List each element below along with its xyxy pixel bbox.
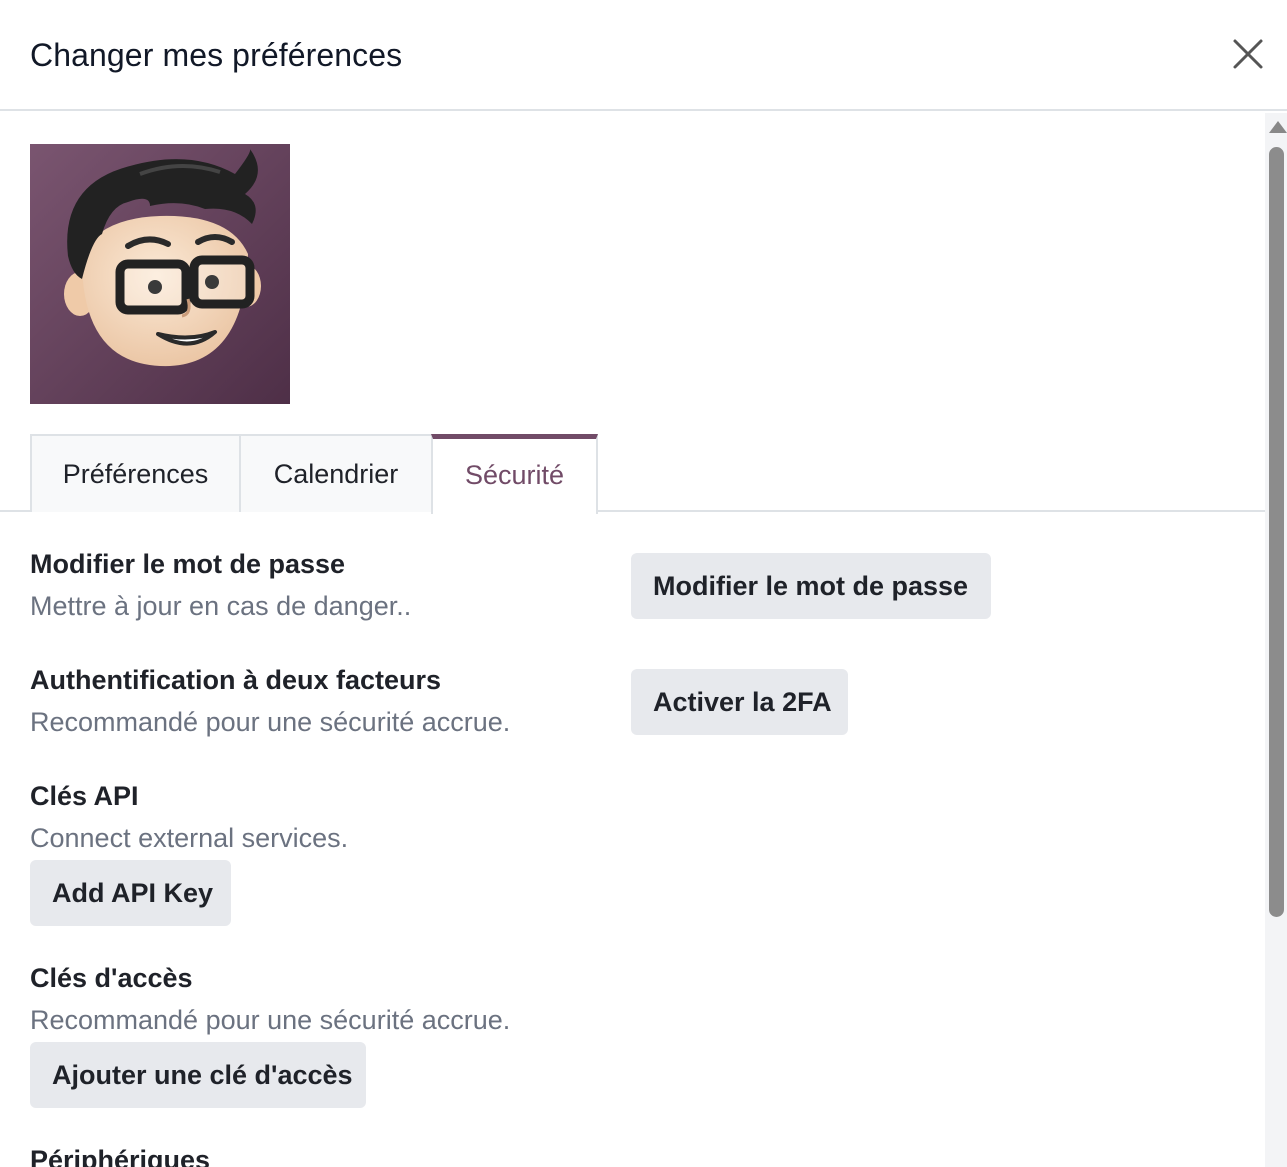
tab-bar: Préférences Calendrier Sécurité — [0, 434, 1265, 514]
close-button[interactable] — [1226, 32, 1270, 76]
scrollbar[interactable] — [1265, 113, 1287, 1167]
password-title: Modifier le mot de passe — [30, 549, 346, 579]
api-keys-title: Clés API — [30, 781, 139, 811]
tab-security[interactable]: Sécurité — [431, 434, 598, 514]
dialog-header: Changer mes préférences — [0, 0, 1287, 111]
tab-calendar[interactable]: Calendrier — [239, 434, 433, 512]
avatar[interactable] — [30, 144, 290, 404]
preferences-dialog: Changer mes préférences Préférences Cale… — [0, 0, 1287, 1167]
devices-setting: Périphériques — [30, 1143, 210, 1167]
dialog-body: Préférences Calendrier Sécurité Modifier… — [0, 113, 1265, 1167]
passkeys-subtitle: Recommandé pour une sécurité accrue. — [30, 1005, 511, 1035]
change-password-button[interactable]: Modifier le mot de passe — [631, 553, 991, 619]
twofa-subtitle: Recommandé pour une sécurité accrue. — [30, 707, 511, 737]
passkeys-title: Clés d'accès — [30, 963, 193, 993]
password-subtitle: Mettre à jour en cas de danger.. — [30, 591, 412, 621]
api-keys-setting: Clés API Connect external services. — [30, 779, 348, 855]
scroll-up-arrow-icon[interactable] — [1269, 121, 1287, 133]
passkeys-setting: Clés d'accès Recommandé pour une sécurit… — [30, 961, 510, 1037]
add-passkey-button[interactable]: Ajouter une clé d'accès — [30, 1042, 366, 1108]
devices-title: Périphériques — [30, 1145, 211, 1167]
tab-preferences[interactable]: Préférences — [30, 434, 241, 512]
add-api-key-button[interactable]: Add API Key — [30, 860, 231, 926]
twofa-setting: Authentification à deux facteurs Recomma… — [30, 663, 510, 739]
twofa-title: Authentification à deux facteurs — [30, 665, 442, 695]
close-icon — [1233, 39, 1263, 69]
avatar-image — [30, 144, 290, 404]
api-keys-subtitle: Connect external services. — [30, 823, 349, 853]
enable-2fa-button[interactable]: Activer la 2FA — [631, 669, 848, 735]
password-setting: Modifier le mot de passe Mettre à jour e… — [30, 547, 411, 623]
scrollbar-thumb[interactable] — [1269, 147, 1284, 917]
dialog-title: Changer mes préférences — [30, 37, 403, 73]
